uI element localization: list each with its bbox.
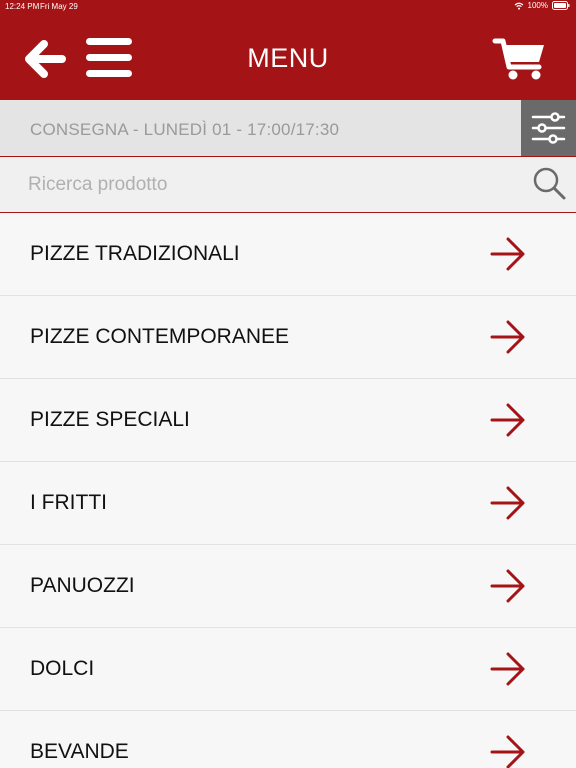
arrow-right-icon [490, 486, 525, 520]
category-item[interactable]: BEVANDE [0, 711, 576, 768]
filter-button[interactable] [521, 100, 576, 156]
arrow-right-icon [490, 735, 525, 768]
battery-percent: 100% [527, 1, 548, 10]
wifi-icon [514, 2, 523, 10]
category-item[interactable]: PIZZE CONTEMPORANEE [0, 296, 576, 379]
category-label: DOLCI [30, 657, 95, 680]
delivery-slot-bar[interactable]: CONSEGNA - LUNEDÌ 01 - 17:00/17:30 [0, 100, 576, 157]
category-label: PANUOZZI [30, 574, 135, 597]
status-bar: 12:24 PM Fri May 29 100% [0, 0, 576, 14]
category-item[interactable]: PANUOZZI [0, 545, 576, 628]
battery-icon [552, 1, 570, 10]
page-title: MENU [247, 43, 329, 73]
arrow-right-icon [490, 652, 525, 686]
app-header: 12:24 PM Fri May 29 100% MENU [0, 0, 576, 100]
category-list: PIZZE TRADIZIONALI PIZZE CONTEMPORANEE P… [0, 213, 576, 768]
arrow-right-icon [490, 569, 525, 603]
sliders-icon [531, 112, 566, 144]
category-item[interactable]: PIZZE SPECIALI [0, 379, 576, 462]
search-icon[interactable] [532, 166, 566, 200]
category-label: PIZZE CONTEMPORANEE [30, 325, 290, 348]
status-time: 12:24 PM [5, 2, 40, 11]
delivery-slot-text: CONSEGNA - LUNEDÌ 01 - 17:00/17:30 [30, 120, 340, 139]
status-date: Fri May 29 [40, 2, 78, 11]
category-item[interactable]: PIZZE TRADIZIONALI [0, 213, 576, 296]
arrow-right-icon [490, 237, 525, 271]
cart-icon[interactable] [492, 36, 548, 82]
arrow-right-icon [490, 320, 525, 354]
category-label: BEVANDE [30, 740, 129, 763]
category-item[interactable]: I FRITTI [0, 462, 576, 545]
arrow-right-icon [490, 403, 525, 437]
category-item[interactable]: DOLCI [0, 628, 576, 711]
category-label: PIZZE TRADIZIONALI [30, 242, 240, 265]
search-input[interactable] [28, 171, 508, 199]
category-label: I FRITTI [30, 491, 107, 514]
category-label: PIZZE SPECIALI [30, 408, 190, 431]
search-bar [0, 157, 576, 213]
